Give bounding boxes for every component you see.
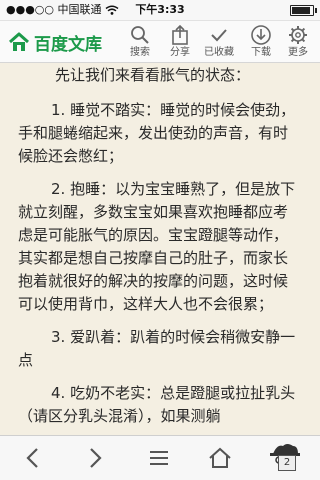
search-icon [131,26,149,44]
status-bar: ●●●○○ 中国联通 下午3:33 [0,0,320,21]
paragraph-1: 1. 睡觉不踏实：睡觉的时候会使劲，手和腿蜷缩起来，发出使劲的声音，有时候脸还会… [18,101,296,165]
home-logo-icon [9,32,29,51]
share-label: 分享 [170,47,190,58]
tabs-button[interactable]: 2 [265,440,305,476]
search-label: 搜索 [130,47,150,58]
favorited-button[interactable]: 已收藏 [198,24,240,59]
paragraph-3: 3. 爱趴着：趴着的时候会稍微安静一点 [18,328,296,369]
intro-paragraph: 先让我们来看看胀气的状态： [55,66,251,84]
status-time: 下午3:33 [135,3,185,16]
download-label: 下载 [251,47,271,58]
app-name: 百度文库 [34,34,102,55]
checkmark-icon [211,29,227,42]
gear-icon [289,26,307,44]
app-header: 百度文库 搜索 分享 已收藏 下载 更多 [0,21,320,63]
forward-icon[interactable] [82,446,108,470]
menu-icon[interactable] [146,446,172,470]
share-button[interactable]: 分享 [162,24,198,59]
share-icon [172,24,188,45]
browser-toolbar: 2 [0,435,320,480]
paragraph-4: 4. 吃奶不老实：总是蹬腿或拉扯乳头（请区分乳头混淆），如果测躺 [18,384,296,425]
document-content[interactable]: 先让我们来看看胀气的状态： 1. 睡觉不踏实：睡觉的时候会使劲，手和腿蜷缩起来，… [0,63,320,435]
download-icon [251,25,271,45]
brand[interactable]: 百度文库 [8,29,102,55]
download-button[interactable]: 下载 [243,24,279,59]
more-button[interactable]: 更多 [280,24,316,59]
back-icon[interactable] [20,446,46,470]
paragraph-2: 2. 抱睡：以为宝宝睡熟了，但是放下就立刻醒，多数宝宝如果喜欢抱睡都应考虑是可能… [18,180,296,313]
favorited-label: 已收藏 [204,47,234,58]
tab-count: 2 [278,455,296,471]
more-label: 更多 [288,47,308,58]
battery-icon [290,0,317,20]
search-button[interactable]: 搜索 [122,24,158,59]
home-icon[interactable] [207,446,233,470]
